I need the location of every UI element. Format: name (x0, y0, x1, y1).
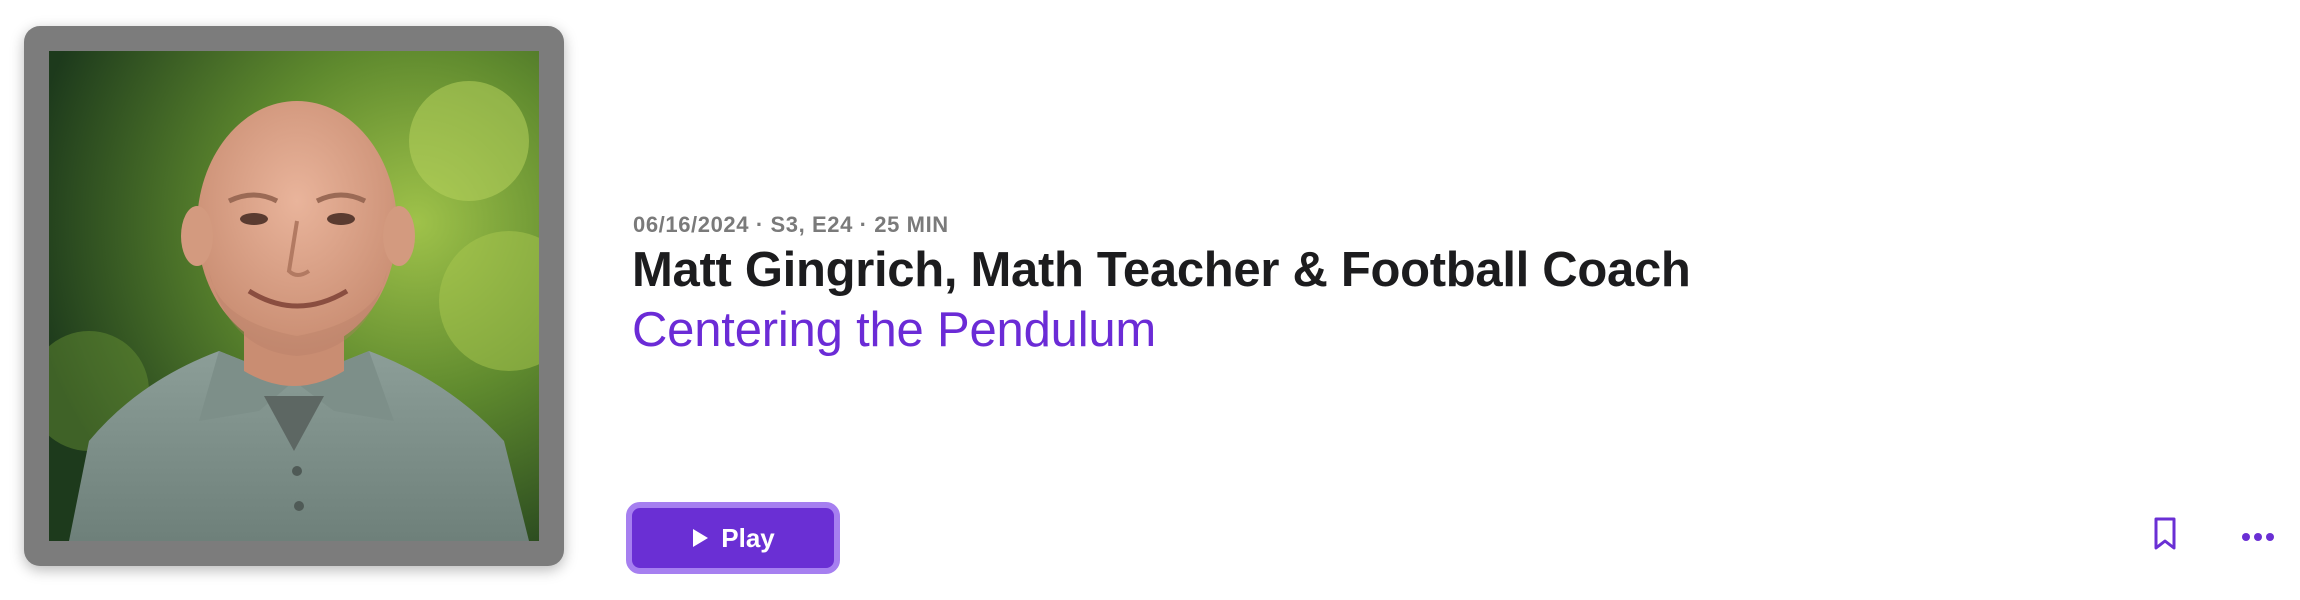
episode-header: 06/16/2024 · S3, E24 · 25 MIN Matt Gingr… (0, 0, 2300, 600)
episode-artwork (49, 51, 539, 541)
play-icon (691, 528, 709, 548)
episode-meta: 06/16/2024 · S3, E24 · 25 MIN (633, 212, 949, 237)
more-options-button[interactable] (2238, 526, 2278, 550)
play-button-label: Play (721, 522, 775, 553)
artwork-image (49, 51, 539, 541)
show-title-link[interactable]: Centering the Pendulum (632, 302, 1156, 358)
bookmark-button[interactable] (2150, 516, 2180, 556)
play-button[interactable]: Play (626, 502, 840, 574)
more-horizontal-icon (2241, 529, 2275, 547)
episode-artwork-card (24, 26, 564, 566)
bookmark-icon (2153, 517, 2177, 556)
episode-title: Matt Gingrich, Math Teacher & Football C… (632, 243, 1691, 297)
